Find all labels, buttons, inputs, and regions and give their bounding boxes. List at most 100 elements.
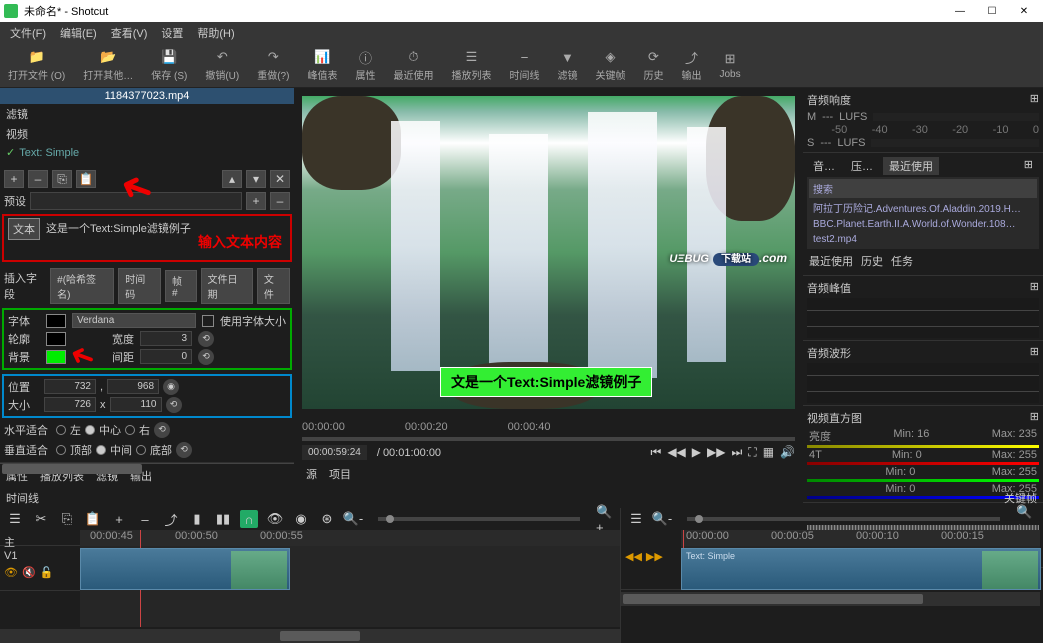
- master-track-label[interactable]: 主: [0, 530, 80, 546]
- recent-item[interactable]: BBC.Planet.Earth.II.A.World.of.Wonder.10…: [809, 217, 1037, 232]
- tool-peak-meter[interactable]: 📊峰值表: [307, 49, 337, 82]
- outline-width-input[interactable]: 3: [140, 331, 192, 346]
- tl-lift-button[interactable]: ⤴: [162, 510, 180, 528]
- recent-search[interactable]: 搜索: [809, 179, 1037, 198]
- menu-file[interactable]: 文件(F): [4, 23, 52, 43]
- halign-right-radio[interactable]: [125, 425, 135, 435]
- kf-zoom-out-button[interactable]: 🔍-: [653, 510, 671, 528]
- tool-jobs[interactable]: ⊞Jobs: [719, 51, 740, 80]
- track-mute-icon[interactable]: 🔇: [22, 566, 36, 579]
- menu-help[interactable]: 帮助(H): [191, 23, 240, 43]
- skip-prev-button[interactable]: ⏮: [651, 445, 662, 460]
- tool-open-file[interactable]: 📁打开文件 (O): [8, 49, 65, 82]
- tool-timeline[interactable]: ⎯时间线: [509, 49, 539, 82]
- tool-open-other[interactable]: 📂打开其他…: [83, 49, 133, 82]
- keyframe-button[interactable]: ◉: [163, 379, 179, 395]
- remove-filter-button[interactable]: –: [28, 170, 48, 188]
- tl-snap-button[interactable]: ∩: [240, 510, 258, 528]
- menu-settings[interactable]: 设置: [155, 23, 189, 43]
- recent-btn-jobs[interactable]: 任务: [891, 253, 913, 269]
- kf-scrollbar[interactable]: [621, 592, 1040, 606]
- recent-btn-recent[interactable]: 最近使用: [809, 253, 853, 269]
- recent-tab-encoding[interactable]: 压…: [845, 157, 879, 175]
- timeline-clip[interactable]: [80, 548, 290, 590]
- preset-delete-button[interactable]: –: [270, 192, 290, 210]
- tl-zoom-slider[interactable]: [378, 517, 580, 521]
- kf-prev-button[interactable]: ◀◀: [625, 550, 642, 563]
- menu-edit[interactable]: 编辑(E): [54, 23, 103, 43]
- recent-tab-audio[interactable]: 音…: [807, 157, 841, 175]
- timeline-scrollbar[interactable]: [0, 629, 620, 643]
- tool-playlist[interactable]: ☰播放列表: [451, 49, 491, 82]
- insert-hash-button[interactable]: #(哈希签名): [50, 268, 114, 304]
- outline-color-swatch[interactable]: [46, 332, 66, 346]
- insert-file-button[interactable]: 文件: [257, 268, 290, 304]
- valign-reset-button[interactable]: ⟲: [176, 442, 192, 458]
- close-button[interactable]: ✕: [1009, 1, 1039, 21]
- add-filter-button[interactable]: +: [4, 170, 24, 188]
- preset-save-button[interactable]: +: [246, 192, 266, 210]
- move-up-button[interactable]: ▴: [222, 170, 242, 188]
- fast-forward-button[interactable]: ▶▶: [707, 445, 725, 460]
- menu-view[interactable]: 查看(V): [105, 23, 154, 43]
- font-color-swatch[interactable]: [46, 314, 66, 328]
- tool-history[interactable]: ⟳历史: [643, 49, 663, 82]
- panel-menu-icon[interactable]: ⊞: [1030, 280, 1039, 296]
- tl-overwrite-button[interactable]: ▮: [188, 510, 206, 528]
- tool-properties[interactable]: ⓘ属性: [355, 49, 375, 82]
- applied-filter-item[interactable]: ✓Text: Simple: [0, 144, 294, 161]
- recent-tab-recent[interactable]: 最近使用: [883, 157, 939, 175]
- kf-menu-button[interactable]: ☰: [627, 510, 645, 528]
- zoom-button[interactable]: ⛶: [748, 445, 756, 460]
- skip-next-button[interactable]: ⏭: [731, 445, 742, 460]
- tab-project[interactable]: 项目: [329, 466, 351, 482]
- padding-reset-button[interactable]: ⟲: [198, 349, 214, 365]
- tl-split-button[interactable]: ▮▮: [214, 510, 232, 528]
- volume-button[interactable]: 🔊: [780, 445, 795, 460]
- rewind-button[interactable]: ◀◀: [667, 445, 685, 460]
- copy-filter-button[interactable]: ⎘: [52, 170, 72, 188]
- tool-redo[interactable]: ↷重做(?): [257, 49, 289, 82]
- insert-timecode-button[interactable]: 时间码: [118, 268, 161, 304]
- recent-item[interactable]: test2.mp4: [809, 232, 1037, 247]
- recent-btn-history[interactable]: 历史: [861, 253, 883, 269]
- track-lock-icon[interactable]: 🔓: [40, 566, 54, 579]
- kf-next-button[interactable]: ▶▶: [646, 550, 663, 563]
- insert-frame-button[interactable]: 帧 #: [165, 270, 197, 302]
- insert-filedate-button[interactable]: 文件日期: [201, 268, 253, 304]
- minimize-button[interactable]: —: [945, 1, 975, 21]
- pos-y-input[interactable]: 968: [107, 379, 159, 394]
- tl-append-button[interactable]: +: [110, 510, 128, 528]
- keyframes-tracks[interactable]: 00:00:00 00:00:05 00:00:10 00:00:15 Text…: [681, 530, 1040, 590]
- size-h-input[interactable]: 110: [110, 397, 162, 412]
- play-button[interactable]: ▶: [692, 445, 701, 460]
- deselect-button[interactable]: ✕: [270, 170, 290, 188]
- use-font-size-checkbox[interactable]: [202, 315, 214, 327]
- panel-menu-icon[interactable]: ⊞: [1030, 345, 1039, 361]
- size-reset-button[interactable]: ⟲: [166, 397, 182, 413]
- size-w-input[interactable]: 726: [44, 397, 96, 412]
- tl-zoom-in-button[interactable]: 🔍+: [596, 510, 614, 528]
- video-preview[interactable]: UΞBUG下载站.com 文是一个Text:Simple滤镜例子: [302, 96, 795, 409]
- tl-ripple-button[interactable]: ◉: [292, 510, 310, 528]
- font-selector[interactable]: Verdana: [72, 313, 196, 328]
- panel-menu-icon[interactable]: ⊞: [1030, 92, 1039, 108]
- padding-input[interactable]: 0: [140, 349, 192, 364]
- bg-color-swatch[interactable]: [46, 350, 66, 364]
- tl-remove-button[interactable]: –: [136, 510, 154, 528]
- text-overlay[interactable]: 文是一个Text:Simple滤镜例子: [440, 367, 652, 397]
- grid-button[interactable]: ▦: [763, 445, 774, 460]
- tab-source[interactable]: 源: [306, 466, 317, 482]
- maximize-button[interactable]: ☐: [977, 1, 1007, 21]
- keyframe-clip[interactable]: Text: Simple: [681, 548, 1041, 590]
- tl-paste-button[interactable]: 📋: [84, 510, 102, 528]
- valign-middle-radio[interactable]: [96, 445, 106, 455]
- tool-save[interactable]: 💾保存 (S): [151, 49, 187, 82]
- kf-track-label[interactable]: ◀◀ ▶▶: [621, 530, 681, 590]
- v1-track-label[interactable]: V1 👁🔇🔓: [0, 546, 80, 591]
- tl-cut-button[interactable]: ✂: [32, 510, 50, 528]
- move-down-button[interactable]: ▾: [246, 170, 266, 188]
- panel-menu-icon[interactable]: ⊞: [1030, 410, 1039, 426]
- valign-bottom-radio[interactable]: [136, 445, 146, 455]
- tl-menu-button[interactable]: ☰: [6, 510, 24, 528]
